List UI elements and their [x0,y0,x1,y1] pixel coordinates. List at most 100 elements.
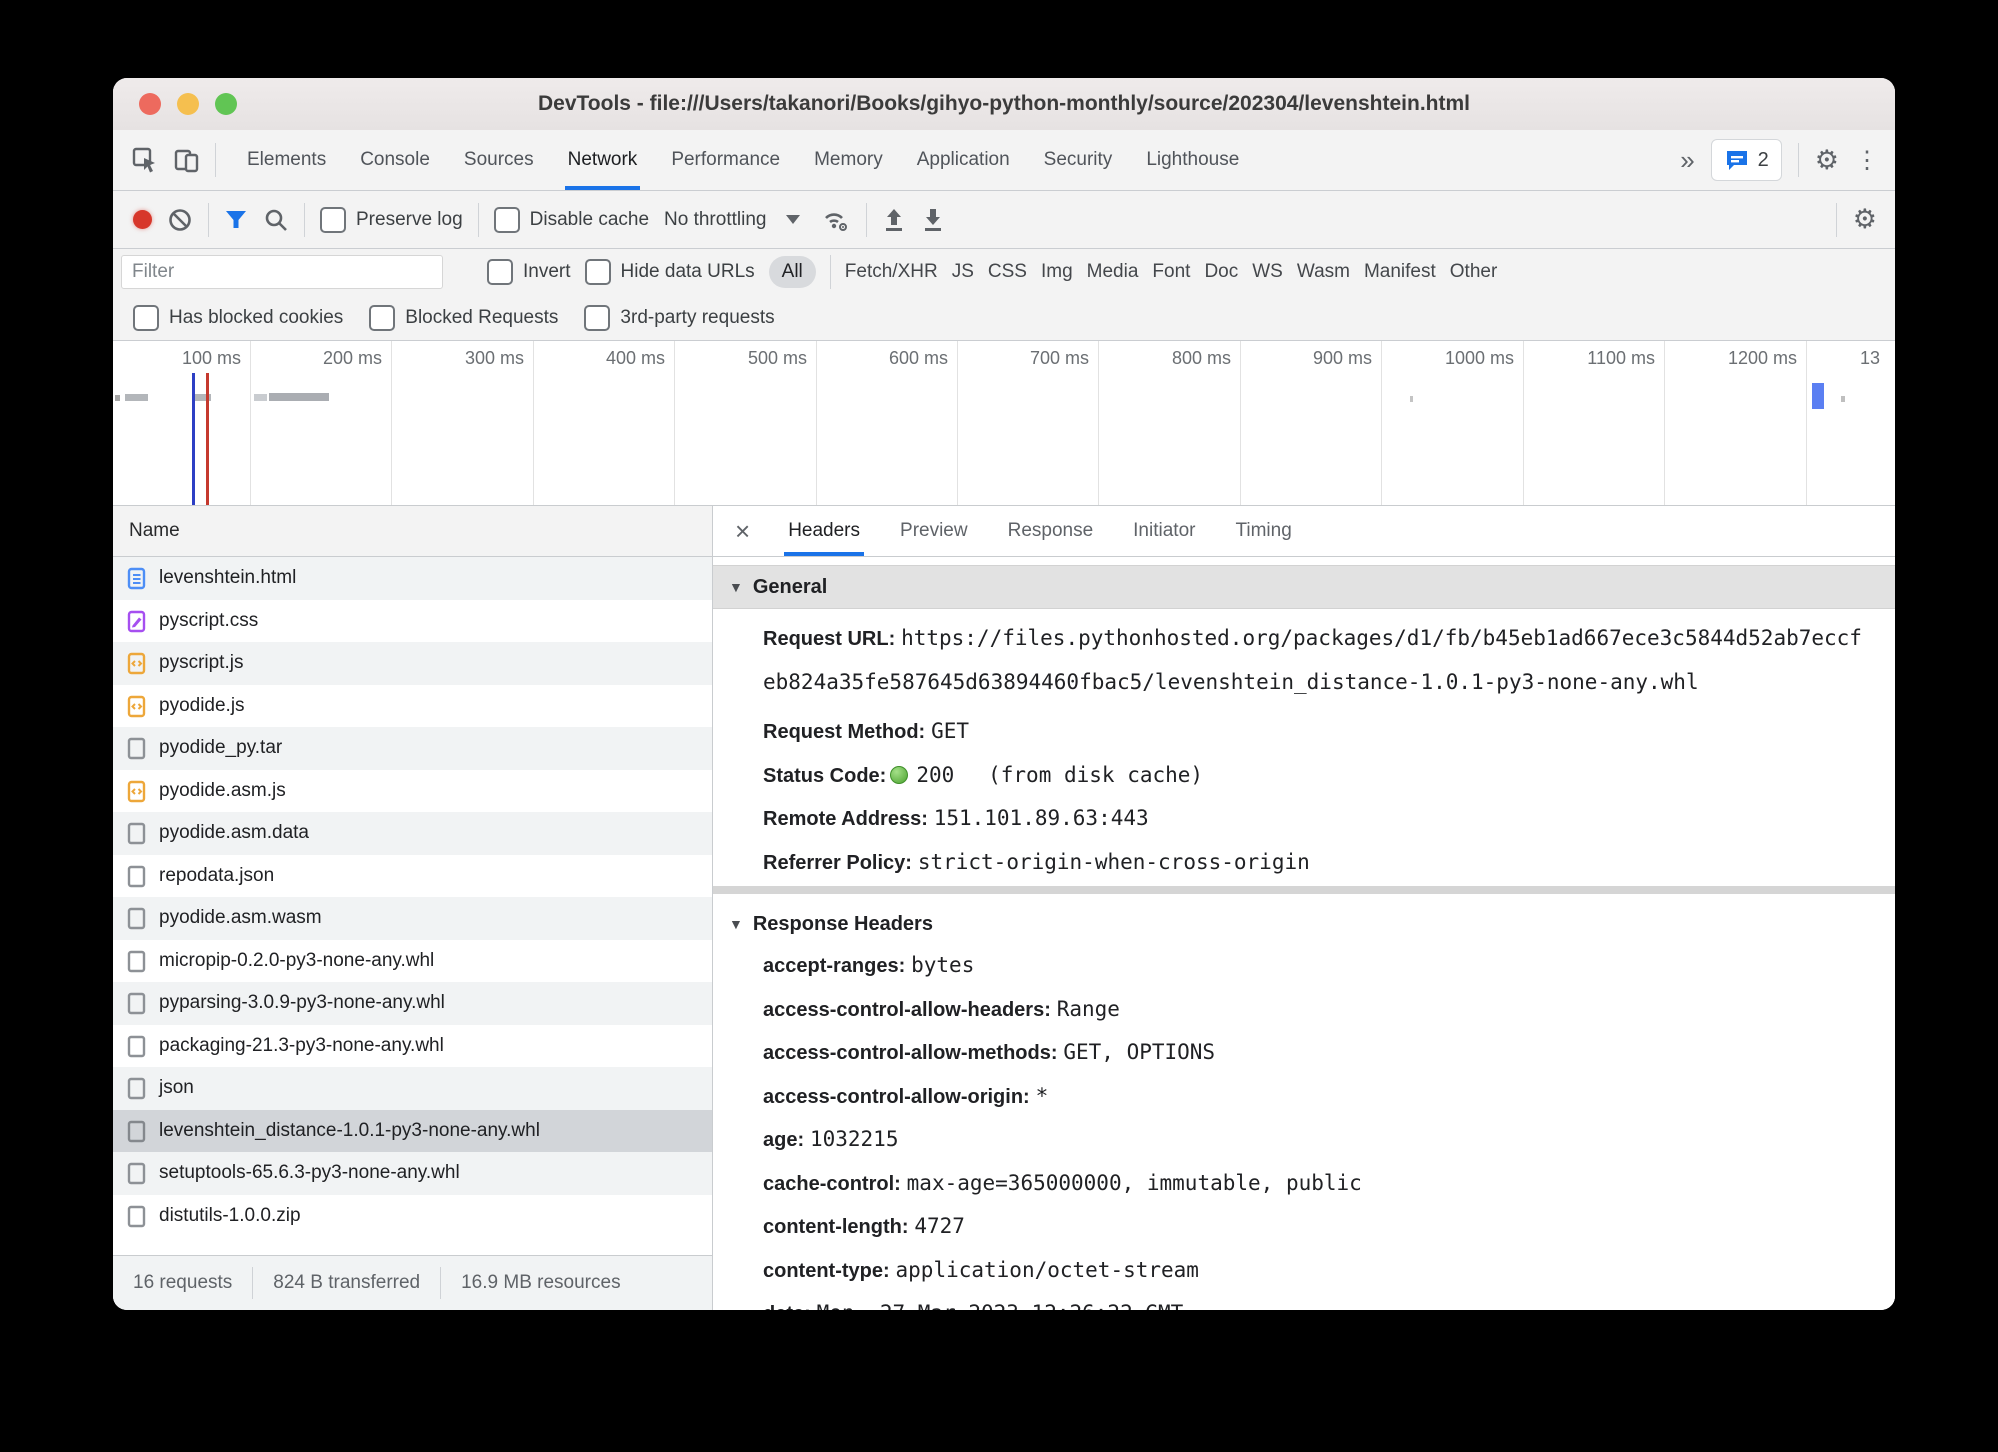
name-column-header[interactable]: Name [113,506,712,557]
invert-checkbox[interactable] [487,259,513,285]
request-name: pyodide.js [159,695,245,717]
request-row[interactable]: pyodide.js [113,685,712,728]
filter-type-js[interactable]: JS [952,261,974,283]
disable-cache-label: Disable cache [530,209,649,231]
tab-console[interactable]: Console [343,130,447,190]
clear-network-log-icon[interactable] [167,207,193,233]
details-tab-initiator[interactable]: Initiator [1113,506,1215,556]
filter-type-doc[interactable]: Doc [1204,261,1238,283]
filter-type-wasm[interactable]: Wasm [1297,261,1350,283]
request-name: pyodide.asm.js [159,780,286,802]
has-blocked-cookies-checkbox[interactable] [133,305,159,331]
close-icon[interactable]: × [713,506,768,556]
request-row[interactable]: repodata.json [113,855,712,898]
tab-performance[interactable]: Performance [654,130,797,190]
request-name: pyscript.js [159,652,243,674]
hide-data-urls-checkbox[interactable] [585,259,611,285]
request-name: pyodide.asm.wasm [159,907,322,929]
request-row[interactable]: distutils-1.0.0.zip [113,1195,712,1238]
preserve-log-checkbox[interactable] [320,207,346,233]
filter-type-fetch-xhr[interactable]: Fetch/XHR [845,261,938,283]
preserve-log-option: Preserve log [320,207,463,233]
tab-application[interactable]: Application [900,130,1027,190]
request-row[interactable]: pyscript.js [113,642,712,685]
request-name: pyodide_py.tar [159,737,282,759]
tab-network[interactable]: Network [551,130,655,190]
response-headers-section-header[interactable]: ▼ Response Headers [713,904,1895,944]
filter-funnel-icon[interactable] [224,208,248,232]
filter-type-all[interactable]: All [769,256,816,288]
hide-data-urls-label: Hide data URLs [621,261,755,283]
third-party-requests-label: 3rd-party requests [620,307,774,329]
request-row[interactable]: json [113,1067,712,1110]
request-method-value: GET [931,719,969,743]
more-tabs-icon[interactable]: » [1680,130,1694,190]
gridline [533,341,534,505]
throttling-dropdown[interactable]: No throttling [664,209,800,231]
request-name: distutils-1.0.0.zip [159,1205,301,1227]
request-row[interactable]: pyodide.asm.data [113,812,712,855]
request-row[interactable]: micropip-0.2.0-py3-none-any.whl [113,940,712,983]
general-section-header[interactable]: ▼ General [713,565,1895,609]
request-row[interactable]: pyodide.asm.wasm [113,897,712,940]
filter-type-media[interactable]: Media [1087,261,1139,283]
filter-input[interactable] [121,255,443,289]
gridline [816,341,817,505]
tick-label: 1200 ms [1677,348,1797,369]
network-overview-timeline[interactable]: 100 ms 200 ms 300 ms 400 ms 500 ms 600 m… [113,341,1895,506]
details-tab-timing[interactable]: Timing [1215,506,1311,556]
inspect-element-icon[interactable] [131,146,159,174]
settings-gear-icon[interactable]: ⚙ [1815,145,1839,176]
request-row[interactable]: pyodide_py.tar [113,727,712,770]
tick-label: 900 ms [1252,348,1372,369]
title-bar[interactable]: DevTools - file:///Users/takanori/Books/… [113,78,1895,131]
referrer-policy-value: strict-origin-when-cross-origin [918,850,1310,874]
export-har-icon[interactable] [921,207,945,233]
preserve-log-label: Preserve log [356,209,463,231]
filter-type-font[interactable]: Font [1152,261,1190,283]
filter-type-manifest[interactable]: Manifest [1364,261,1436,283]
request-row-selected[interactable]: levenshtein_distance-1.0.1-py3-none-any.… [113,1110,712,1153]
tab-elements[interactable]: Elements [230,130,343,190]
request-row[interactable]: levenshtein.html [113,557,712,600]
import-har-icon[interactable] [882,207,906,233]
disable-cache-checkbox[interactable] [494,207,520,233]
divider [208,203,209,237]
tick-label: 300 ms [404,348,524,369]
options-row: Has blocked cookies Blocked Requests 3rd… [113,295,1895,341]
generic-file-icon [127,906,147,930]
kebab-menu-icon[interactable]: ⋮ [1855,146,1879,175]
details-tab-response[interactable]: Response [988,506,1114,556]
third-party-requests-checkbox[interactable] [584,305,610,331]
details-tab-headers[interactable]: Headers [768,506,880,556]
record-network-log-button[interactable] [133,210,152,229]
tab-sources[interactable]: Sources [447,130,551,190]
request-name: levenshtein_distance-1.0.1-py3-none-any.… [159,1120,540,1142]
has-blocked-cookies-label: Has blocked cookies [169,307,343,329]
filter-type-css[interactable]: CSS [988,261,1027,283]
network-conditions-icon[interactable] [821,206,851,234]
status-code-note: (from disk cache) [988,763,1203,787]
blocked-requests-checkbox[interactable] [369,305,395,331]
generic-file-icon [127,1076,147,1100]
request-row[interactable]: pyscript.css [113,600,712,643]
tab-security[interactable]: Security [1027,130,1130,190]
details-tab-preview[interactable]: Preview [880,506,988,556]
domcontentloaded-line [192,373,195,505]
generic-file-icon [127,1119,147,1143]
gridline [1523,341,1524,505]
issues-badge-button[interactable]: 2 [1711,139,1782,181]
request-row[interactable]: setuptools-65.6.3-py3-none-any.whl [113,1152,712,1195]
tab-lighthouse[interactable]: Lighthouse [1129,130,1256,190]
device-toolbar-icon[interactable] [173,146,201,174]
network-settings-gear-icon[interactable]: ⚙ [1853,204,1877,235]
request-row[interactable]: pyodide.asm.js [113,770,712,813]
request-row[interactable]: packaging-21.3-py3-none-any.whl [113,1025,712,1068]
filter-type-other[interactable]: Other [1450,261,1498,283]
search-icon[interactable] [263,207,289,233]
panel-tab-bar: Elements Console Sources Network Perform… [113,130,1895,191]
filter-type-ws[interactable]: WS [1252,261,1283,283]
request-row[interactable]: pyparsing-3.0.9-py3-none-any.whl [113,982,712,1025]
filter-type-img[interactable]: Img [1041,261,1073,283]
tab-memory[interactable]: Memory [797,130,900,190]
